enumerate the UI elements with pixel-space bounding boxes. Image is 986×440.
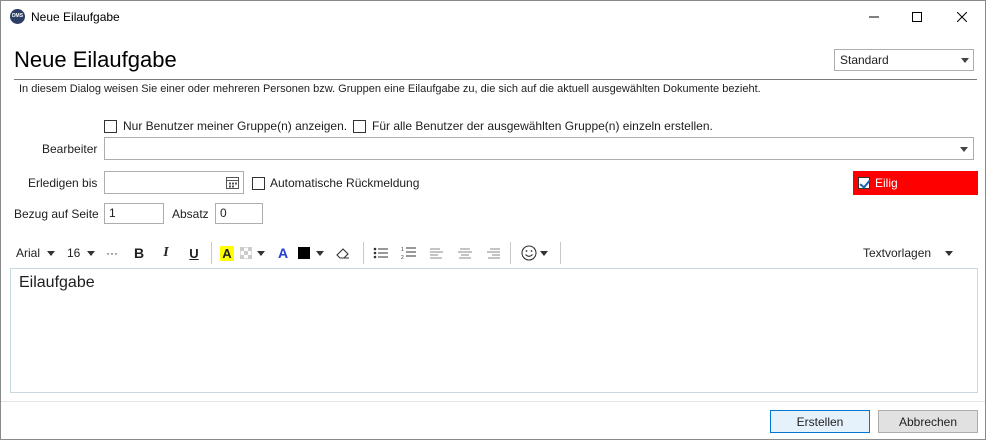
italic-button[interactable]: I [155,240,177,266]
align-left-icon [430,248,443,258]
only-my-groups-checkbox[interactable] [104,119,117,133]
format-toolbar: Arial 16 ··· B I U A A 1 2 Textvorlagen [11,240,977,266]
underline-button[interactable]: U [183,240,205,266]
numbered-list-button[interactable]: 1 2 [397,240,421,266]
dialog-description: In diesem Dialog weisen Sie einer oder m… [19,83,761,95]
background-color-button[interactable] [237,240,267,266]
toolbar-divider [560,242,561,264]
urgent-checkbox[interactable] [858,177,870,189]
due-date-input[interactable] [104,171,244,194]
highlight-icon: A [220,245,234,261]
chevron-down-icon [945,250,954,256]
chevron-down-icon [316,250,324,256]
minimize-icon [869,16,879,17]
chevron-down-icon [961,58,969,63]
smiley-icon [520,245,537,261]
chevron-down-icon [47,250,56,256]
auto-feedback-label: Automatische Rückmeldung [270,176,420,190]
page-title: Neue Eilaufgabe [14,47,177,72]
chevron-down-icon [960,147,968,152]
align-right-icon [487,248,500,258]
app-icon: DMS [10,9,25,24]
footer-divider [1,401,985,402]
urgent-label: Eilig [875,176,898,190]
calendar-icon[interactable] [226,176,240,189]
page-ref-label: Bezug auf Seite [14,207,99,221]
message-editor[interactable]: Eilaufgabe [10,268,978,393]
align-center-icon [458,248,472,258]
svg-text:2: 2 [401,255,404,260]
numbered-list-icon: 1 2 [401,247,416,260]
clear-format-button[interactable] [331,240,355,266]
svg-text:1: 1 [401,247,404,253]
window-title: Neue Eilaufgabe [31,10,120,24]
bold-button[interactable]: B [128,240,150,266]
font-family-select[interactable]: Arial [11,240,61,266]
align-left-button[interactable] [425,240,449,266]
paragraph-label: Absatz [172,207,209,221]
header-divider [14,79,977,80]
font-size-select[interactable]: 16 [63,240,99,266]
cancel-button[interactable]: Abbrechen [878,410,978,433]
profile-select[interactable]: Standard [834,49,974,71]
toolbar-divider [510,242,511,264]
profile-select-value: Standard [840,53,889,67]
each-user-option[interactable]: Für alle Benutzer der ausgewählten Grupp… [353,119,713,133]
close-icon [957,11,967,22]
close-button[interactable] [939,1,985,32]
dialog-window: DMS Neue Eilaufgabe Neue Eilaufgabe Stan… [0,0,986,440]
paragraph-input[interactable]: 0 [215,203,263,224]
toolbar-divider [211,242,212,264]
editor-text: Eilaufgabe [19,274,95,291]
text-templates-label: Textvorlagen [863,246,932,260]
auto-feedback-checkbox[interactable] [252,176,265,190]
create-button[interactable]: Erstellen [770,410,870,433]
font-size-value: 16 [67,246,81,260]
editor-label: Bearbeiter [42,142,98,156]
align-center-button[interactable] [453,240,477,266]
toolbar-divider [363,242,364,264]
each-user-label: Für alle Benutzer der ausgewählten Grupp… [372,119,713,133]
due-date-label: Erledigen bis [28,176,98,190]
each-user-checkbox[interactable] [353,119,366,133]
only-my-groups-option[interactable]: Nur Benutzer meiner Gruppe(n) anzeigen. [104,119,347,133]
text-templates-select[interactable]: Textvorlagen [863,240,963,266]
font-family-value: Arial [16,246,41,260]
urgent-option[interactable]: Eilig [853,171,978,195]
editor-select[interactable] [104,137,974,160]
emoji-button[interactable] [516,240,552,266]
checkerboard-icon [239,247,252,259]
align-right-button[interactable] [481,240,505,266]
maximize-icon [912,11,922,22]
font-color-picker[interactable] [293,240,329,266]
bullet-list-button[interactable] [369,240,393,266]
font-color-button[interactable]: A [273,240,293,266]
auto-feedback-option[interactable]: Automatische Rückmeldung [252,176,419,190]
chevron-down-icon [87,250,96,256]
highlight-button[interactable]: A [217,240,237,266]
bullet-list-icon [373,247,388,259]
chevron-down-icon [539,250,548,256]
minimize-button[interactable] [851,1,897,32]
title-bar: DMS Neue Eilaufgabe [1,1,985,33]
only-my-groups-label: Nur Benutzer meiner Gruppe(n) anzeigen. [123,119,348,133]
maximize-button[interactable] [894,1,940,32]
color-swatch-icon [298,247,310,259]
eraser-icon [336,248,349,259]
more-button[interactable]: ··· [101,240,123,266]
chevron-down-icon [256,250,265,256]
page-ref-input[interactable]: 1 [104,203,164,224]
